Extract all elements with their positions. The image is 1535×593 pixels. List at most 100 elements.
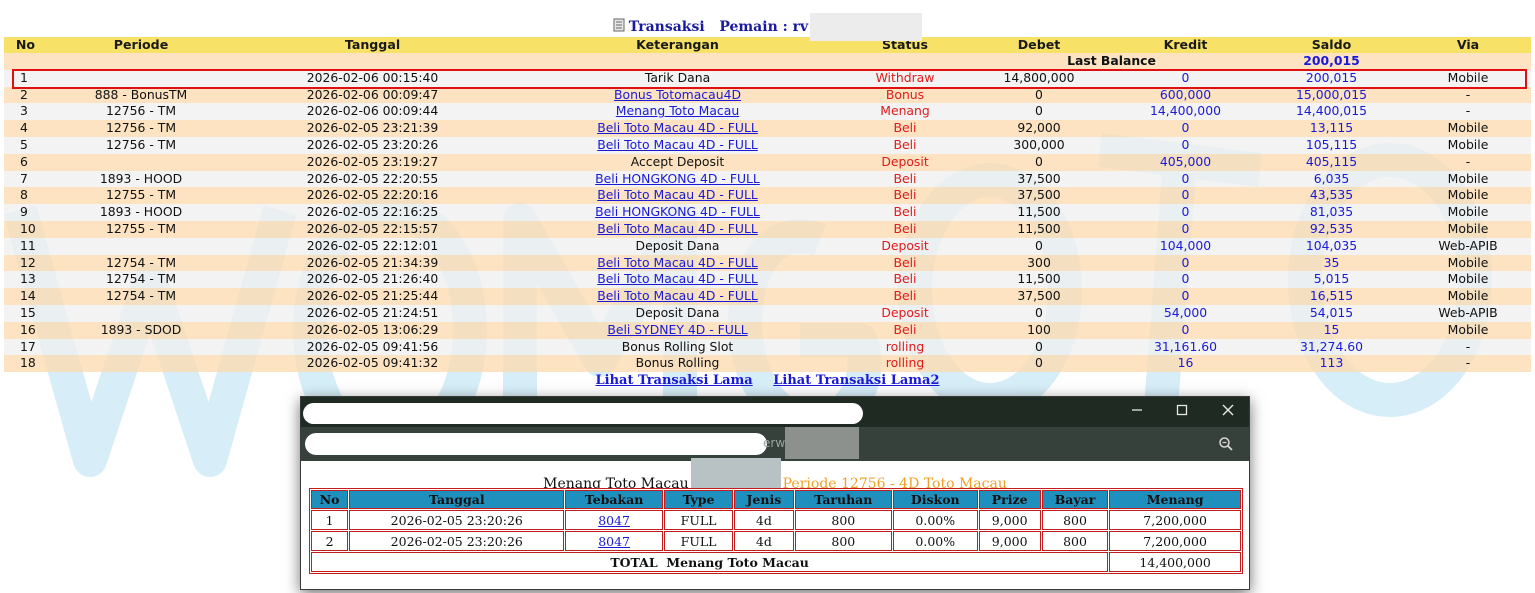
last-balance-value: 200,015 [1258,53,1405,70]
cell-kredit: 0 [1113,136,1258,154]
cell-saldo: 105,115 [1258,136,1405,154]
cell-status: rolling [845,355,965,373]
cell-keterangan: Beli Toto Macau 4D - FULL [510,288,845,305]
cell-keterangan: Beli Toto Macau 4D - FULL [510,136,845,154]
transaction-detail-link[interactable]: Beli Toto Macau 4D - FULL [597,120,758,135]
table-row: 18 2026-02-05 09:41:32 Bonus Rolling rollin… [4,355,1531,373]
cell-no: 15 [4,304,47,322]
cell-kredit: 0 [1113,120,1258,137]
cell-saldo: 6,035 [1258,170,1405,188]
guess-number-link[interactable]: 8047 [598,534,630,549]
history-links: Lihat Transaksi Lama Lihat Transaksi Lam… [0,373,1535,388]
transaction-detail-link[interactable]: Beli Toto Macau 4D - FULL [597,221,758,236]
cell-via: Mobile [1405,321,1531,339]
close-icon[interactable] [1218,403,1238,421]
cell-kredit: 0 [1113,204,1258,221]
cell-no: 1 [311,510,349,530]
cell-no: 5 [4,136,47,154]
cell-periode: 1893 - HOOD [47,170,235,188]
cell-kredit: 600,000 [1113,86,1258,104]
cell-via: Mobile [1405,220,1531,238]
old-transactions-link[interactable]: Lihat Transaksi Lama [595,373,752,388]
cell-periode: 1893 - HOOD [47,204,235,221]
cell-status: Menang [845,103,965,121]
cell-via: Mobile [1405,120,1531,137]
transaction-detail-link[interactable]: Beli Toto Macau 4D - FULL [597,271,758,286]
cell-debet: 300 [965,254,1113,272]
cell-debet: 0 [965,237,1113,255]
table-row: 5 12756 - TM 2026-02-05 23:20:26 Beli Toto … [4,136,1531,154]
cell-saldo: 5,015 [1258,271,1405,289]
popup-table-row: 2 2026-02-05 23:20:26 8047 FULL 4d 800 0.00% 9,… [311,531,1241,551]
cell-saldo: 54,015 [1258,304,1405,322]
maximize-icon[interactable] [1172,403,1192,421]
cell-periode [47,237,235,255]
cell-kredit: 0 [1113,271,1258,289]
transaction-detail-link[interactable]: Beli HONGKONG 4D - FULL [595,204,760,219]
cell-diskon: 0.00% [893,531,978,551]
cell-keterangan: Beli Toto Macau 4D - FULL [510,120,845,137]
cell-keterangan: Bonus Totomacau4D [510,86,845,104]
table-row: 13 12754 - TM 2026-02-05 21:26:40 Beli Toto… [4,271,1531,289]
cell-saldo: 31,274.60 [1258,338,1405,356]
cell-menang: 7,200,000 [1109,510,1241,530]
cell-via: Mobile [1405,187,1531,205]
cell-debet: 37,500 [965,170,1113,188]
cell-debet: 0 [965,153,1113,171]
cell-status: Beli [845,136,965,154]
cell-periode: 12754 - TM [47,254,235,272]
cell-tanggal: 2026-02-05 22:15:57 [235,220,510,238]
zoom-icon[interactable] [1218,436,1234,452]
cell-debet: 0 [965,86,1113,104]
minimize-icon[interactable] [1127,403,1147,421]
transaction-detail-link[interactable]: Beli Toto Macau 4D - FULL [597,137,758,152]
cell-no: 13 [4,271,47,289]
transaction-detail-link[interactable]: Beli Toto Macau 4D - FULL [597,187,758,202]
cell-no: 9 [4,204,47,221]
cell-tanggal: 2026-02-05 23:21:39 [235,120,510,137]
cell-tanggal: 2026-02-05 21:24:51 [235,304,510,322]
cell-taruhan: 800 [794,531,893,551]
cell-tanggal: 2026-02-05 23:20:26 [349,510,565,530]
page-header: Transaksi Pemain : rv [0,13,1535,41]
guess-number-link[interactable]: 8047 [598,513,630,528]
cell-status: Beli [845,254,965,272]
popup-address-bar[interactable]: erw [301,427,1249,461]
cell-status: Beli [845,271,965,289]
popup-col-type: Type [663,490,734,509]
cell-saldo: 104,035 [1258,237,1405,255]
cell-keterangan: Menang Toto Macau [510,103,845,121]
cell-kredit: 54,000 [1113,304,1258,322]
popup-col-tanggal: Tanggal [349,490,565,509]
cell-status: Beli [845,204,965,221]
transaction-detail-link[interactable]: Beli HONGKONG 4D - FULL [595,171,760,186]
popup-col-tebakan: Tebakan [565,490,663,509]
redacted-player-name [810,13,923,41]
cell-via: - [1405,338,1531,356]
table-row: 9 1893 - HOOD 2026-02-05 22:16:25 Beli HONG… [4,204,1531,221]
cell-tanggal: 2026-02-05 21:25:44 [235,288,510,305]
cell-periode: 12755 - TM [47,220,235,238]
transaction-detail-link[interactable]: Beli Toto Macau 4D - FULL [597,255,758,270]
cell-kredit: 0 [1113,187,1258,205]
cell-keterangan: Bonus Rolling Slot [510,338,845,356]
old-transactions-2-link[interactable]: Lihat Transaksi Lama2 [773,373,939,388]
page-title: Transaksi [628,19,705,35]
win-detail-table: No Tanggal Tebakan Type Jenis Taruhan Di… [309,488,1243,574]
popup-header-row: No Tanggal Tebakan Type Jenis Taruhan Di… [311,490,1241,509]
transaction-detail-link[interactable]: Beli Toto Macau 4D - FULL [597,288,758,303]
cell-no: 16 [4,321,47,339]
cell-bayar: 800 [1041,510,1109,530]
table-row: 8 12755 - TM 2026-02-05 22:20:16 Beli Toto … [4,187,1531,205]
url-fragment: erw [763,436,786,450]
cell-periode: 888 - BonusTM [47,86,235,104]
highlighted-row-outline [12,69,1527,89]
transaction-detail-link[interactable]: Beli SYDNEY 4D - FULL [607,322,747,337]
cell-keterangan: Deposit Dana [510,237,845,255]
cell-no: 12 [4,254,47,272]
cell-via: Web-APIB [1405,237,1531,255]
transaction-detail-link[interactable]: Menang Toto Macau [616,103,739,118]
cell-saldo: 15 [1258,321,1405,339]
cell-debet: 0 [965,304,1113,322]
cell-tebakan: 8047 [565,510,663,530]
